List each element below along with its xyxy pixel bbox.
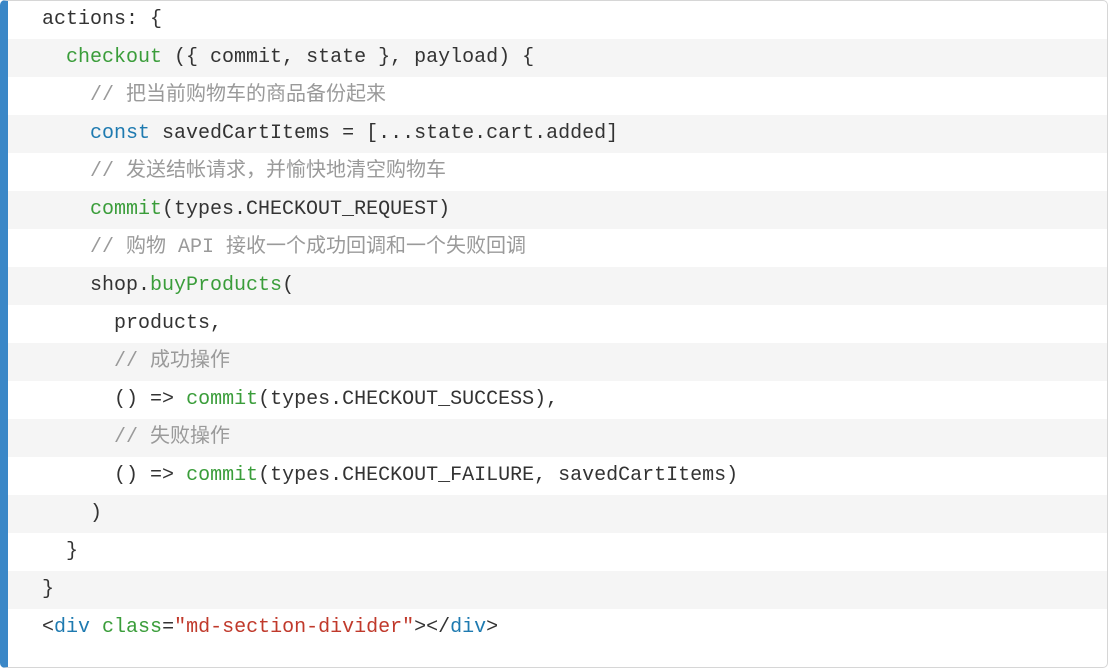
code-token-ident-call: buyProducts (150, 274, 282, 297)
code-token-ident-call: commit (186, 464, 258, 487)
code-line: checkout ({ commit, state }, payload) { (8, 39, 1107, 77)
code-token-plain: } (66, 540, 78, 563)
code-token-comment: // 失败操作 (114, 426, 230, 449)
code-token-plain: () (114, 388, 150, 411)
code-token-ident-call: checkout (66, 46, 162, 69)
code-line: () => commit(types.CHECKOUT_SUCCESS), (8, 381, 1107, 419)
code-token-attr-val: "md-section-divider" (174, 616, 414, 639)
code-token-plain: { (510, 46, 534, 69)
code-token-operator: = (342, 122, 354, 145)
code-token-comment: // 把当前购物车的商品备份起来 (90, 84, 386, 107)
code-line: } (8, 533, 1107, 571)
code-token-plain: [...state.cart.added] (354, 122, 618, 145)
code-token-ident-call: commit (186, 388, 258, 411)
code-line: <div class="md-section-divider"></div> (8, 609, 1107, 647)
code-token-plain: shop. (90, 274, 150, 297)
code-token-plain: savedCartItems (150, 122, 342, 145)
code-line: // 失败操作 (8, 419, 1107, 457)
code-line: () => commit(types.CHECKOUT_FAILURE, sav… (8, 457, 1107, 495)
code-token-operator: => (150, 464, 174, 487)
code-line: // 成功操作 (8, 343, 1107, 381)
code-token-plain: ) (90, 502, 102, 525)
code-token-plain (174, 464, 186, 487)
code-token-plain: ( (282, 274, 294, 297)
code-token-punct: > (486, 616, 498, 639)
code-token-plain: { commit, state } (186, 46, 390, 69)
code-line: // 发送结帐请求，并愉快地清空购物车 (8, 153, 1107, 191)
code-token-plain: ) (498, 46, 510, 69)
code-line: commit(types.CHECKOUT_REQUEST) (8, 191, 1107, 229)
code-token-plain (90, 616, 102, 639)
code-token-punct: ></ (414, 616, 450, 639)
code-token-plain: { (138, 8, 162, 31)
code-token-plain: products, (114, 312, 222, 335)
code-line: // 把当前购物车的商品备份起来 (8, 77, 1107, 115)
code-token-plain: actions (42, 8, 126, 31)
code-token-plain: } (42, 578, 54, 601)
code-line: ) (8, 495, 1107, 533)
code-token-tag-color: div (450, 616, 486, 639)
code-token-plain: (types.CHECKOUT_SUCCESS), (258, 388, 558, 411)
code-lines: actions: { checkout ({ commit, state }, … (8, 1, 1107, 647)
code-token-plain: () (114, 464, 150, 487)
code-token-plain (174, 388, 186, 411)
code-token-comment: // 发送结帐请求，并愉快地清空购物车 (90, 160, 446, 183)
code-token-plain: (types.CHECKOUT_REQUEST) (162, 198, 450, 221)
code-token-keyword: const (90, 122, 150, 145)
code-token-plain: (types.CHECKOUT_FAILURE, savedCartItems) (258, 464, 738, 487)
code-token-operator: = (162, 616, 174, 639)
code-token-plain: , payload (390, 46, 498, 69)
code-line: actions: { (8, 1, 1107, 39)
code-token-attr-name: class (102, 616, 162, 639)
code-line: // 购物 API 接收一个成功回调和一个失败回调 (8, 229, 1107, 267)
code-block: actions: { checkout ({ commit, state }, … (0, 0, 1108, 668)
code-token-comment: // 购物 API 接收一个成功回调和一个失败回调 (90, 236, 526, 259)
code-line: } (8, 571, 1107, 609)
code-line: shop.buyProducts( (8, 267, 1107, 305)
code-token-comment: // 成功操作 (114, 350, 230, 373)
code-token-tag-color: div (54, 616, 90, 639)
code-token-plain: ( (162, 46, 186, 69)
code-line: products, (8, 305, 1107, 343)
code-token-operator: : (126, 8, 138, 31)
code-line: const savedCartItems = [...state.cart.ad… (8, 115, 1107, 153)
code-token-operator: => (150, 388, 174, 411)
code-token-punct: < (42, 616, 54, 639)
code-token-ident-call: commit (90, 198, 162, 221)
